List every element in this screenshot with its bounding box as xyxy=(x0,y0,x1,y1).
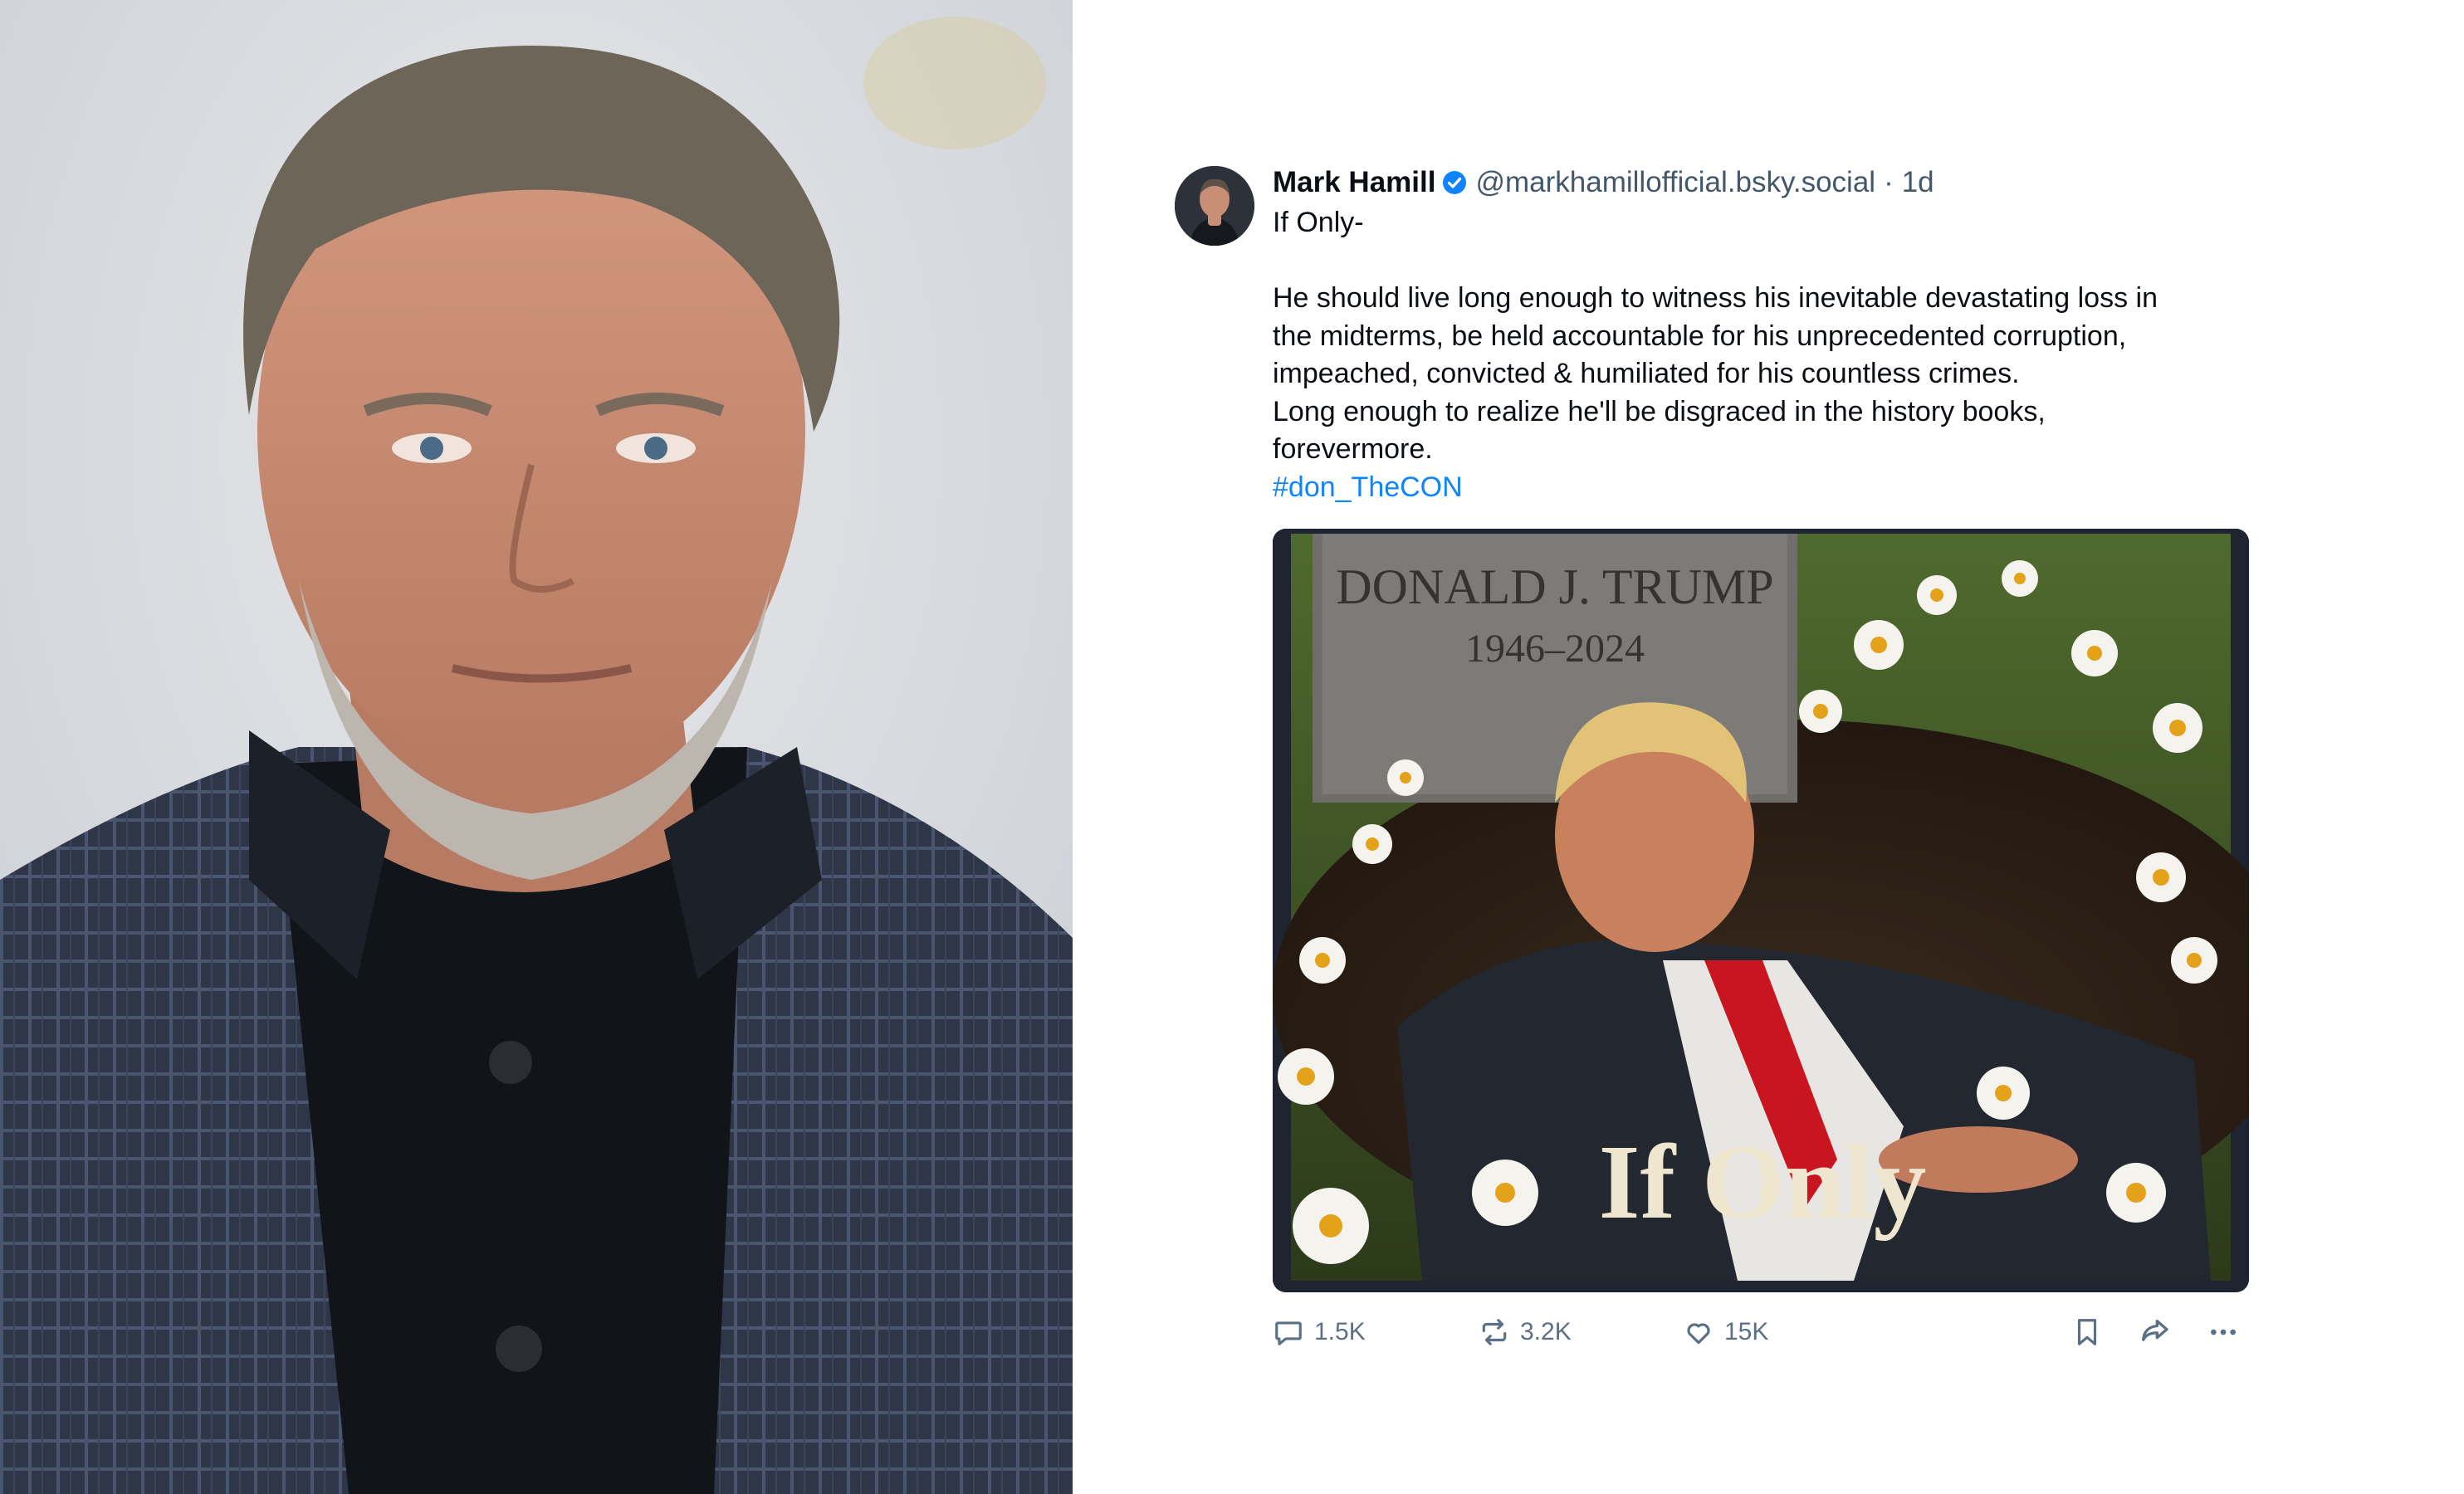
post-text-blank-line xyxy=(1273,242,2269,281)
post-text: If Only- He should live long enough to w… xyxy=(1273,204,2269,506)
post-text-line: If Only- xyxy=(1273,207,1364,238)
post-text-line: He should live long enough to witness hi… xyxy=(1273,282,2158,314)
repost-icon xyxy=(1479,1316,1510,1348)
reply-count: 1.5K xyxy=(1314,1318,1366,1345)
post-header: Mark Hamill @markhamillofficial.bsky.soc… xyxy=(1273,163,1934,203)
bookmark-button[interactable] xyxy=(2071,1311,2113,1353)
reply-icon xyxy=(1273,1316,1304,1348)
like-button[interactable]: 15K xyxy=(1683,1311,1768,1353)
repost-count: 3.2K xyxy=(1520,1318,1572,1345)
bookmark-icon xyxy=(2071,1316,2103,1348)
author-display-name[interactable]: Mark Hamill xyxy=(1273,166,1435,199)
share-icon xyxy=(2138,1316,2171,1349)
post-text-line: Long enough to realize he'll be disgrace… xyxy=(1273,395,2046,427)
verified-badge-icon xyxy=(1442,170,1467,195)
reply-button[interactable]: 1.5K xyxy=(1273,1311,1366,1353)
post-image[interactable]: DONALD J. TRUMP 1946–2024 If Only xyxy=(1273,529,2249,1292)
like-count: 15K xyxy=(1724,1318,1769,1345)
headstone-years-text: 1946–2024 xyxy=(1465,627,1645,671)
like-icon xyxy=(1683,1316,1714,1348)
more-icon xyxy=(2207,1316,2240,1349)
headstone-name-text: DONALD J. TRUMP xyxy=(1336,559,1773,614)
post-text-line: forevermore. xyxy=(1273,433,1433,465)
post-text-line: impeached, convicted & humiliated for hi… xyxy=(1273,358,2020,389)
post-text-line: the midterms, be held accountable for hi… xyxy=(1273,320,2127,352)
hashtag-link[interactable]: #don_TheCON xyxy=(1273,471,1463,503)
post-timestamp[interactable]: 1d xyxy=(1902,166,1934,199)
avatar[interactable] xyxy=(1175,166,1254,246)
portrait-photo xyxy=(0,0,1073,1494)
author-handle[interactable]: @markhamillofficial.bsky.social xyxy=(1475,166,1875,199)
share-button[interactable] xyxy=(2138,1311,2181,1353)
more-options-button[interactable] xyxy=(2207,1311,2250,1353)
image-caption-text: If Only xyxy=(1599,1123,1927,1241)
repost-button[interactable]: 3.2K xyxy=(1479,1311,1572,1353)
post-actions: 1.5K 3.2K 15K xyxy=(1273,1311,2249,1353)
separator-dot: · xyxy=(1884,166,1894,198)
